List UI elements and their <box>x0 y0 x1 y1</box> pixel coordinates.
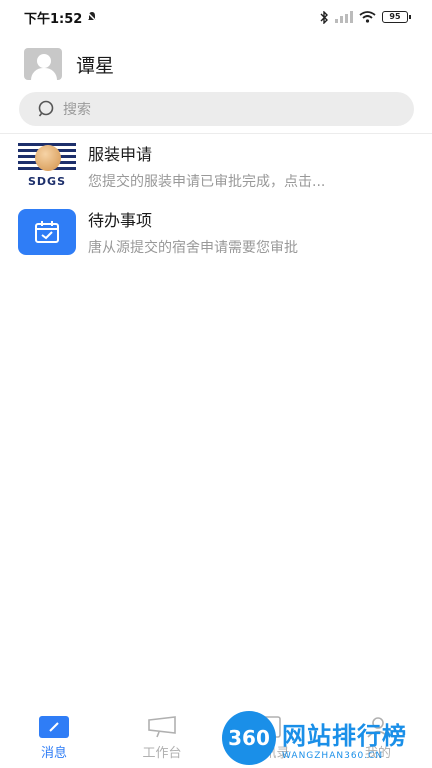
avatar[interactable] <box>24 48 62 80</box>
battery-indicator: 95 <box>382 11 411 23</box>
calendar-check-icon <box>35 221 59 243</box>
tab-workbench[interactable]: 工作台 <box>108 708 216 768</box>
watermark: 360 网站排行榜 WANGZHAN360.CN <box>222 708 432 768</box>
search-input[interactable]: 搜索 <box>19 92 414 126</box>
watermark-title: 网站排行榜 <box>282 721 407 750</box>
message-icon <box>39 716 69 738</box>
todo-icon-tile <box>18 209 76 255</box>
tab-label: 消息 <box>40 746 67 761</box>
profile-header[interactable]: 谭星 <box>24 48 114 80</box>
tab-messages[interactable]: 消息 <box>0 708 108 768</box>
username: 谭星 <box>76 54 115 77</box>
message-title: 待办事项 <box>88 211 153 230</box>
search-placeholder: 搜索 <box>63 102 91 118</box>
sdgs-logo-text: SDGS <box>27 175 66 188</box>
header-divider <box>0 133 432 134</box>
watermark-subtitle: WANGZHAN360.CN <box>282 750 384 761</box>
search-icon <box>38 100 54 117</box>
message-item-clothing[interactable]: SDGS 服装申请 您提交的服装申请已审批完成，点击... <box>0 136 432 196</box>
message-title: 服装申请 <box>88 145 153 164</box>
signal-icon <box>335 11 353 23</box>
message-item-todo[interactable]: 待办事项 唐从源提交的宿舍申请需要您审批 <box>0 202 432 262</box>
sdgs-logo: SDGS <box>18 143 76 189</box>
mute-bell-icon <box>86 11 98 23</box>
status-time: 下午1:52 <box>24 11 83 27</box>
watermark-badge: 360 <box>222 711 276 765</box>
tab-label: 工作台 <box>142 746 182 761</box>
wifi-icon <box>359 11 376 23</box>
message-preview: 唐从源提交的宿舍申请需要您审批 <box>88 240 298 256</box>
workbench-icon <box>148 716 176 738</box>
message-preview: 您提交的服装申请已审批完成，点击... <box>88 174 326 190</box>
bluetooth-icon <box>320 10 328 24</box>
status-bar: 下午1:52 95 <box>0 0 432 34</box>
